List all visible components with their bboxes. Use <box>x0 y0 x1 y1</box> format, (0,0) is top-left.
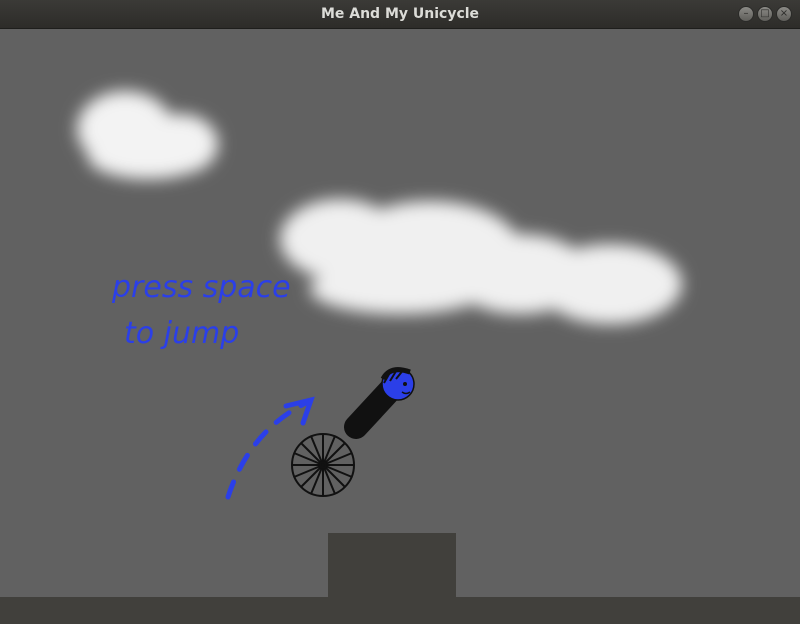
app-window: Me And My Unicycle – □ × press space to … <box>0 0 800 624</box>
rider <box>344 367 415 439</box>
cloud-large <box>280 199 682 324</box>
close-button[interactable]: × <box>776 6 792 22</box>
minimize-button[interactable]: – <box>738 6 754 22</box>
window-controls: – □ × <box>738 6 792 22</box>
platform-block <box>328 533 456 597</box>
unicycle-wheel <box>291 433 355 497</box>
close-icon: × <box>779 8 789 19</box>
hint-line-2: to jump <box>124 316 239 351</box>
cloud-small <box>77 91 218 179</box>
minimize-icon: – <box>743 8 749 19</box>
game-canvas[interactable]: press space to jump <box>0 29 800 624</box>
ground <box>0 597 800 624</box>
maximize-icon: □ <box>760 8 770 19</box>
window-title: Me And My Unicycle <box>320 6 480 22</box>
title-bar[interactable]: Me And My Unicycle – □ × <box>0 0 800 29</box>
hint-line-1: press space <box>111 270 291 305</box>
maximize-button[interactable]: □ <box>757 6 773 22</box>
